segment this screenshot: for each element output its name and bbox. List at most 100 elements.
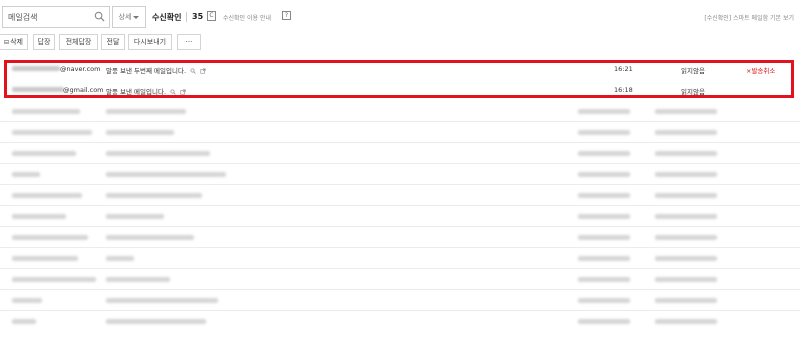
- redacted-sender: [12, 130, 92, 135]
- search-input[interactable]: [3, 7, 89, 27]
- redacted-status: [655, 193, 717, 198]
- redacted-mail-row[interactable]: [0, 268, 800, 290]
- mail-row[interactable]: @gmail.com 말풍 보낸 메일입니다. 16:18 읽지않음: [0, 79, 800, 101]
- resend-label: 다시보내기: [133, 38, 167, 46]
- forward-button[interactable]: 전달: [101, 34, 125, 50]
- redacted-subject: [106, 256, 134, 261]
- redacted-sender: [12, 256, 78, 261]
- redacted-subject: [106, 319, 206, 324]
- redacted-status: [655, 319, 717, 324]
- redacted-sender: [12, 298, 42, 303]
- subject-text: 말풍 보낸 메일입니다.: [106, 88, 167, 96]
- redacted-time: [578, 235, 630, 240]
- help-icon[interactable]: ?: [282, 11, 291, 20]
- redacted-mail-row[interactable]: [0, 184, 800, 206]
- delete-button[interactable]: ⊟ 삭제: [0, 34, 28, 50]
- redacted-mail-row[interactable]: [0, 205, 800, 227]
- mail-search-box: [2, 6, 110, 28]
- redacted-sender: [12, 319, 36, 324]
- redacted-sender: [12, 277, 96, 282]
- redacted-status: [655, 130, 717, 135]
- new-window-icon[interactable]: [200, 68, 206, 74]
- redacted-mail-row[interactable]: [0, 289, 800, 311]
- default-view-setting-link[interactable]: [수신확인] 스마트 메일함 기본 보기: [704, 13, 794, 22]
- magnifier-icon[interactable]: [190, 68, 196, 74]
- redacted-status: [655, 151, 717, 156]
- redacted-sender: [12, 87, 64, 92]
- redacted-time: [578, 298, 630, 303]
- mail-row[interactable]: @naver.com 말풍 보낸 두번째 메일입니다. 16:21 읽지않음 ×…: [0, 58, 800, 80]
- redacted-status: [655, 256, 717, 261]
- redacted-subject: [106, 235, 194, 240]
- detail-label: 상세: [118, 13, 132, 21]
- redacted-subject: [106, 130, 174, 135]
- read-status: 읽지않음: [681, 88, 705, 96]
- redacted-subject: [106, 298, 218, 303]
- redacted-mail-row[interactable]: [0, 226, 800, 248]
- redacted-mail-row[interactable]: [0, 121, 800, 143]
- page-title: 수신확인: [152, 13, 182, 22]
- search-icon[interactable]: [94, 11, 105, 22]
- redacted-sender: [12, 172, 40, 177]
- redacted-subject: [106, 172, 226, 177]
- redacted-sender: [12, 151, 76, 156]
- redacted-time: [578, 109, 630, 114]
- new-window-icon[interactable]: [180, 89, 186, 95]
- redacted-time: [578, 193, 630, 198]
- sender-address[interactable]: @gmail.com: [63, 86, 104, 94]
- redacted-sender: [12, 193, 82, 198]
- redacted-time: [578, 256, 630, 261]
- redacted-status: [655, 235, 717, 240]
- reply-all-label: 전체답장: [65, 38, 92, 46]
- redacted-subject: [106, 214, 164, 219]
- redacted-time: [578, 151, 630, 156]
- trash-icon: ⊟: [4, 38, 10, 46]
- more-button[interactable]: ···: [177, 34, 201, 50]
- redacted-sender: [12, 109, 80, 114]
- redacted-subject: [106, 277, 170, 282]
- reply-button[interactable]: 답장: [33, 34, 55, 50]
- redacted-subject: [106, 193, 202, 198]
- refresh-icon[interactable]: C: [207, 11, 216, 21]
- read-status: 읽지않음: [681, 67, 705, 75]
- redacted-time: [578, 214, 630, 219]
- subject-text: 말풍 보낸 두번째 메일입니다.: [106, 67, 187, 75]
- redacted-time: [578, 319, 630, 324]
- chevron-down-icon: [133, 15, 140, 19]
- mail-subject[interactable]: 말풍 보낸 메일입니다.: [106, 86, 186, 96]
- redacted-mail-row[interactable]: [0, 247, 800, 269]
- receipt-guide-link[interactable]: 수신확인 이용 안내: [223, 13, 271, 22]
- mail-time: 16:21: [614, 65, 633, 73]
- delete-label: 삭제: [10, 38, 23, 46]
- more-icon: ···: [185, 38, 193, 46]
- redacted-mail-row[interactable]: [0, 142, 800, 164]
- redacted-sender: [12, 66, 60, 71]
- redacted-sender: [12, 214, 66, 219]
- redacted-sender: [12, 235, 88, 240]
- sender-address[interactable]: @naver.com: [60, 65, 100, 73]
- reply-all-button[interactable]: 전체답장: [59, 34, 98, 50]
- cancel-send-link[interactable]: ×발송취소: [746, 65, 775, 75]
- redacted-mail-row[interactable]: [0, 163, 800, 185]
- mail-subject[interactable]: 말풍 보낸 두번째 메일입니다.: [106, 65, 206, 75]
- reply-label: 답장: [37, 38, 51, 46]
- redacted-subject: [106, 109, 186, 114]
- magnifier-icon[interactable]: [170, 89, 176, 95]
- redacted-status: [655, 214, 717, 219]
- redacted-status: [655, 277, 717, 282]
- resend-button[interactable]: 다시보내기: [128, 34, 172, 50]
- redacted-status: [655, 109, 717, 114]
- redacted-status: [655, 298, 717, 303]
- top-bar: 상세 수신확인 35 C 수신확인 이용 안내 ? [수신확인] 스마트 메일함…: [0, 0, 800, 32]
- divider: [186, 12, 187, 22]
- redacted-mail-row[interactable]: [0, 100, 800, 122]
- forward-label: 전달: [106, 38, 120, 46]
- mail-time: 16:18: [614, 86, 633, 94]
- redacted-mail-row[interactable]: [0, 310, 800, 332]
- redacted-time: [578, 172, 630, 177]
- detail-search-button[interactable]: 상세: [112, 6, 146, 28]
- redacted-status: [655, 172, 717, 177]
- mail-count: 35: [192, 12, 204, 21]
- redacted-time: [578, 277, 630, 282]
- redacted-subject: [106, 151, 210, 156]
